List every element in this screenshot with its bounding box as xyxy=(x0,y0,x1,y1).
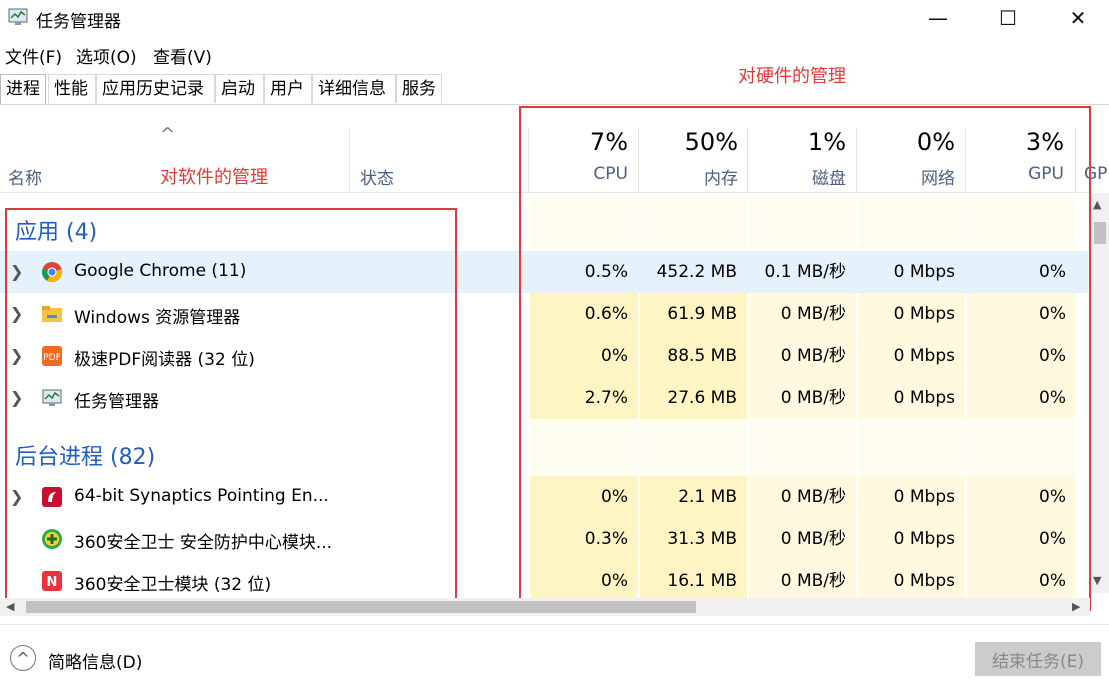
tab-startup[interactable]: 启动 xyxy=(215,74,264,103)
horizontal-scroll-thumb[interactable] xyxy=(26,601,696,613)
tab-services[interactable]: 服务 xyxy=(396,74,442,103)
vertical-scrollbar[interactable] xyxy=(1091,193,1109,593)
title-bar: 任务管理器 — ☐ ✕ xyxy=(0,0,1109,36)
end-task-button[interactable]: 结束任务(E) xyxy=(975,642,1101,676)
tab-app-history[interactable]: 应用历史记录 xyxy=(96,74,215,103)
close-button[interactable]: ✕ xyxy=(1043,0,1109,36)
tab-processes[interactable]: 进程 xyxy=(0,74,46,105)
tab-divider xyxy=(0,104,1109,105)
column-status[interactable]: 状态 xyxy=(360,164,394,189)
scroll-left-icon[interactable]: ◀ xyxy=(6,600,14,613)
maximize-button[interactable]: ☐ xyxy=(973,0,1043,36)
software-annotation-label: 对软件的管理 xyxy=(160,167,268,188)
menu-view[interactable]: 查看(V) xyxy=(153,43,212,68)
brief-info-link[interactable]: 简略信息(D) xyxy=(48,648,142,673)
vertical-scroll-thumb[interactable] xyxy=(1094,222,1106,244)
scroll-right-icon[interactable]: ▶ xyxy=(1072,600,1080,613)
hardware-annotation-label: 对硬件的管理 xyxy=(738,66,846,87)
menu-file[interactable]: 文件(F) xyxy=(5,43,62,68)
task-manager-app-icon xyxy=(8,8,28,25)
minimize-button[interactable]: — xyxy=(903,0,973,36)
collapse-icon[interactable]: ^ xyxy=(10,645,36,671)
hardware-annotation-box xyxy=(519,106,1091,611)
window-title: 任务管理器 xyxy=(36,12,121,32)
column-separator xyxy=(349,128,350,192)
scroll-down-icon[interactable]: ▼ xyxy=(1093,574,1101,587)
menu-options[interactable]: 选项(O) xyxy=(76,43,137,68)
software-annotation-box xyxy=(5,208,457,605)
tab-details[interactable]: 详细信息 xyxy=(312,74,396,103)
sort-ascending-icon[interactable]: ^ xyxy=(160,124,175,145)
scroll-up-icon[interactable]: ▲ xyxy=(1093,198,1101,211)
tab-users[interactable]: 用户 xyxy=(264,74,312,103)
footer xyxy=(0,624,1109,682)
column-name[interactable]: 名称 xyxy=(8,164,42,189)
tab-performance[interactable]: 性能 xyxy=(48,74,96,103)
